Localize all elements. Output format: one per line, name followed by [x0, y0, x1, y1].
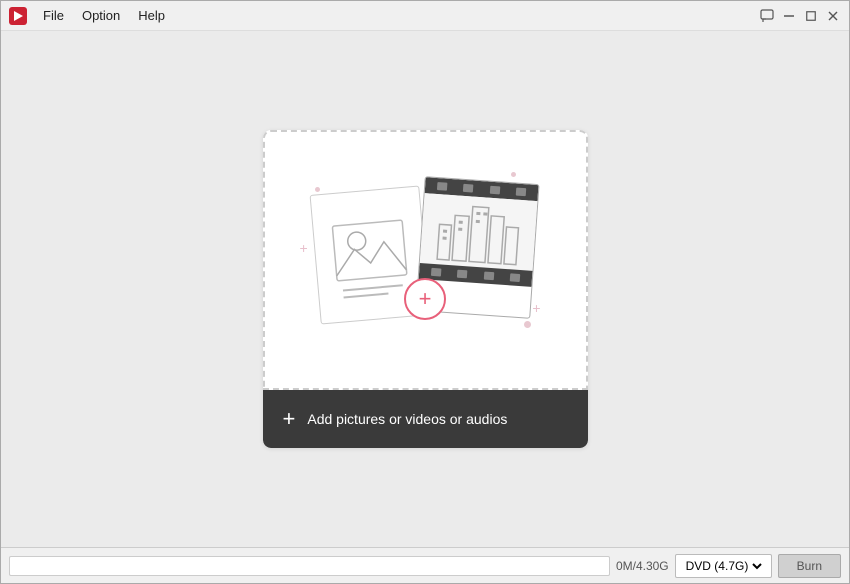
photo-icon	[326, 204, 414, 306]
film-hole	[510, 273, 521, 282]
drop-zone-inner: + +	[263, 130, 588, 390]
decoration-dot-2	[511, 172, 516, 177]
menu-option[interactable]: Option	[74, 5, 128, 26]
add-media-circle-button[interactable]: +	[404, 278, 446, 320]
chat-icon	[760, 9, 774, 23]
maximize-icon	[806, 11, 816, 21]
menu-file[interactable]: File	[35, 5, 72, 26]
dvd-dropdown[interactable]: DVD (4.7G) DVD (8.5G) BD-25 BD-50	[682, 558, 765, 574]
size-indicator: 0M/4.30G	[616, 559, 669, 573]
film-hole	[463, 184, 474, 193]
film-hole	[431, 268, 442, 277]
main-content: + +	[1, 31, 849, 547]
drop-zone[interactable]: + +	[263, 130, 588, 448]
burn-button[interactable]: Burn	[778, 554, 841, 578]
progress-bar	[9, 556, 610, 576]
film-hole	[516, 188, 527, 197]
menu-help[interactable]: Help	[130, 5, 173, 26]
film-hole	[437, 182, 448, 191]
maximize-button[interactable]	[803, 8, 819, 24]
film-scene-icon	[431, 194, 526, 270]
film-hole	[489, 186, 500, 195]
title-bar: File Option Help	[1, 1, 849, 31]
minimize-button[interactable]	[781, 8, 797, 24]
title-bar-controls	[759, 8, 841, 24]
add-bar-plus-icon: +	[283, 408, 296, 430]
close-button[interactable]	[825, 8, 841, 24]
status-bar: 0M/4.30G DVD (4.7G) DVD (8.5G) BD-25 BD-…	[1, 547, 849, 583]
media-illustration: +	[315, 180, 535, 340]
dvd-select[interactable]: DVD (4.7G) DVD (8.5G) BD-25 BD-50	[675, 554, 772, 578]
film-hole	[483, 272, 494, 281]
decoration-plus-1: +	[300, 240, 308, 256]
app-icon	[9, 7, 27, 25]
add-media-bar[interactable]: + Add pictures or videos or audios	[263, 390, 588, 448]
film-hole	[457, 270, 468, 279]
chat-button[interactable]	[759, 8, 775, 24]
title-bar-left: File Option Help	[9, 5, 173, 26]
minimize-icon	[784, 15, 794, 17]
film-content	[420, 193, 538, 271]
add-bar-label: Add pictures or videos or audios	[307, 411, 507, 427]
close-icon	[828, 11, 838, 21]
